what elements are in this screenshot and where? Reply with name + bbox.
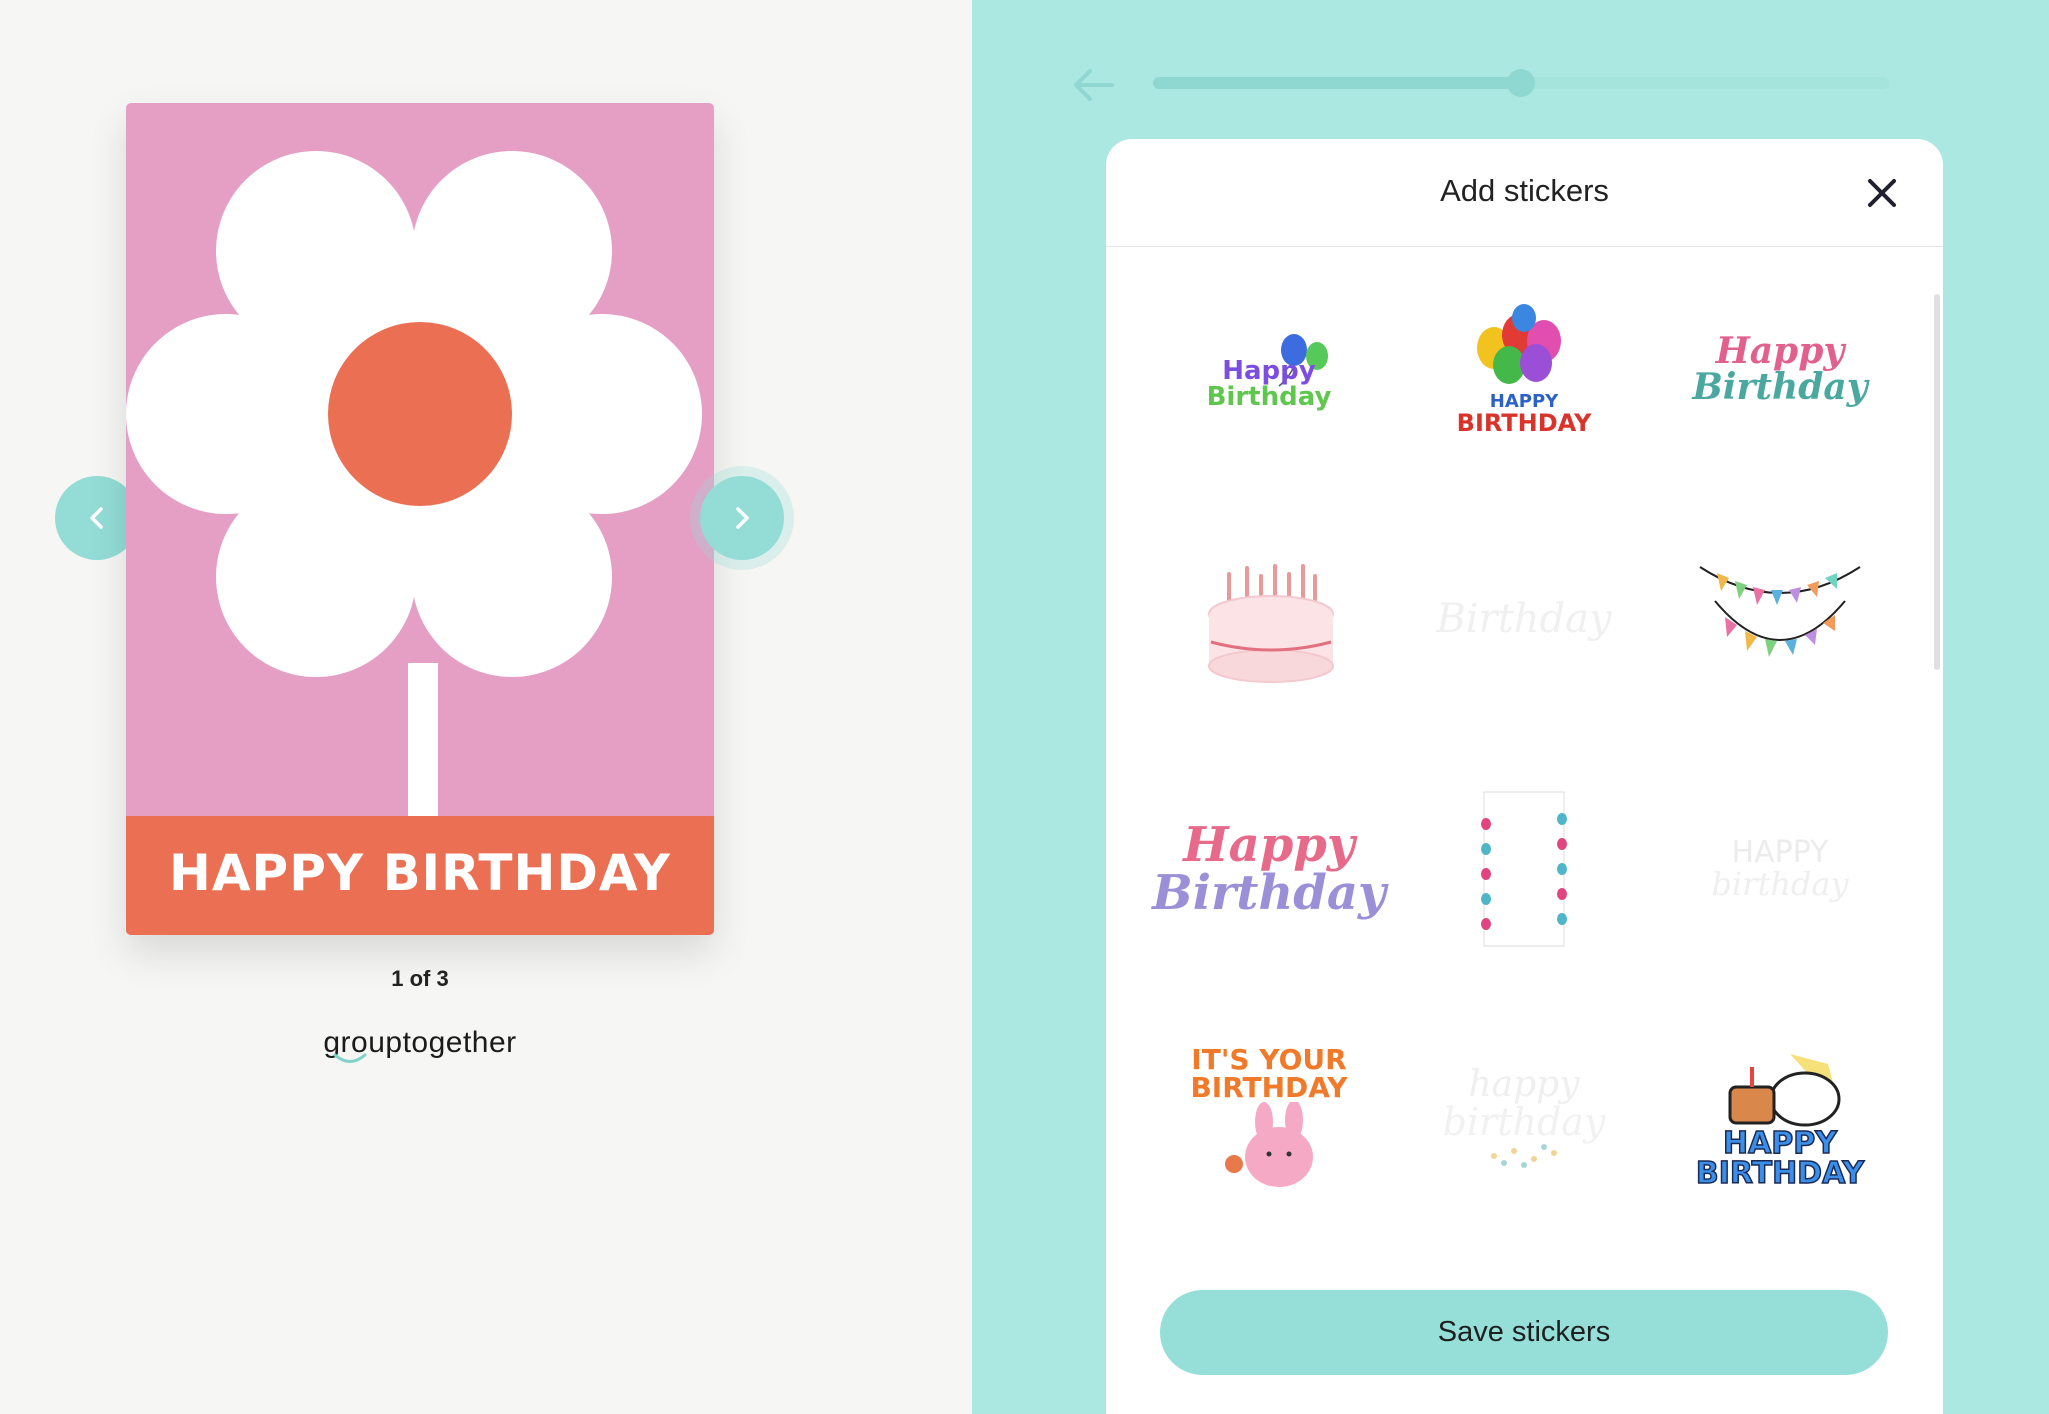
modal-title: Add stickers bbox=[1440, 173, 1609, 208]
sticker-line: happy bbox=[1468, 1064, 1580, 1105]
card-preview: HAPPY BIRTHDAY bbox=[126, 103, 714, 935]
sticker-line: Happy bbox=[1715, 330, 1845, 372]
sticker-balloon-frame[interactable] bbox=[1424, 779, 1624, 959]
balloon-frame-icon bbox=[1481, 791, 1567, 947]
card-preview-pane: HAPPY BIRTHDAY 1 of 3 grouptogether bbox=[0, 0, 972, 1414]
chevron-left-icon bbox=[90, 507, 103, 529]
progress-fill bbox=[1153, 77, 1521, 89]
bunny-icon bbox=[1225, 1102, 1313, 1187]
sticker-birthday-cake[interactable] bbox=[1169, 529, 1369, 709]
progress-bar bbox=[1153, 69, 1889, 97]
flower-illustration bbox=[126, 151, 702, 816]
birthday-cake-icon bbox=[1208, 564, 1334, 683]
sticker-faint-happy-birthday[interactable]: HAPPY birthday bbox=[1680, 779, 1880, 959]
save-stickers-button[interactable]: Save stickers bbox=[1160, 1290, 1888, 1375]
cat-cake-icon bbox=[1728, 1054, 1841, 1127]
logo-smile-icon bbox=[333, 1053, 367, 1063]
balloons-icon bbox=[1477, 304, 1561, 384]
sticker-line: BIRTHDAY bbox=[1190, 1071, 1348, 1104]
sticker-its-your-birthday[interactable]: IT'S YOUR BIRTHDAY bbox=[1169, 1029, 1369, 1209]
confetti-icon bbox=[1491, 1144, 1557, 1168]
sticker-line: Birthday bbox=[1692, 366, 1868, 408]
modal-header: Add stickers bbox=[1106, 139, 1943, 247]
close-icon[interactable] bbox=[1862, 173, 1902, 213]
sticker-line: Happy bbox=[1222, 356, 1316, 386]
sticker-line: birthday bbox=[1442, 1100, 1606, 1144]
sticker-line: HAPPY bbox=[1731, 835, 1829, 870]
chevron-right-icon bbox=[736, 507, 749, 529]
sticker-faint-happy-birthday-confetti[interactable]: happy birthday bbox=[1424, 1029, 1624, 1209]
grouptogether-logo: grouptogether bbox=[323, 1026, 517, 1059]
sticker-line: BIRTHDAY bbox=[1695, 1156, 1865, 1191]
sticker-line: HAPPY bbox=[1722, 1126, 1838, 1161]
sticker-happy-birthday-rainbow[interactable]: Happy Birthday bbox=[1152, 779, 1386, 959]
sticker-happy-birthday-script[interactable]: Happy Birthday bbox=[1680, 279, 1880, 459]
next-card-button[interactable] bbox=[700, 476, 784, 560]
add-stickers-modal: Add stickers Happy Birthday HAPPY BIRTHD… bbox=[1106, 139, 1943, 1414]
sticker-line: Birthday bbox=[1436, 596, 1612, 642]
card-banner-text: HAPPY BIRTHDAY bbox=[169, 844, 671, 902]
modal-scrollbar[interactable] bbox=[1934, 294, 1940, 670]
sticker-line: Birthday bbox=[1206, 382, 1332, 412]
card-banner: HAPPY BIRTHDAY bbox=[126, 816, 714, 935]
progress-thumb bbox=[1507, 69, 1535, 97]
sticker-line: BIRTHDAY bbox=[1456, 409, 1592, 437]
sticker-line: birthday bbox=[1711, 865, 1849, 903]
sticker-line: IT'S YOUR bbox=[1191, 1043, 1347, 1076]
sticker-grid: Happy Birthday HAPPY BIRTHDAY Happy Birt… bbox=[1106, 247, 1943, 1247]
page-counter: 1 of 3 bbox=[391, 966, 449, 991]
sticker-line: Happy bbox=[1183, 817, 1355, 873]
sticker-happy-birthday-bunting[interactable] bbox=[1680, 529, 1880, 709]
sticker-line: Birthday bbox=[1152, 865, 1386, 921]
sticker-faint-birthday[interactable]: Birthday bbox=[1424, 529, 1624, 709]
sticker-balloons-birthday[interactable]: HAPPY BIRTHDAY bbox=[1424, 279, 1624, 459]
bunting-icon bbox=[1699, 566, 1861, 657]
back-arrow-icon[interactable] bbox=[1068, 62, 1118, 108]
sticker-happy-birthday-balloons[interactable]: Happy Birthday bbox=[1169, 279, 1369, 459]
sticker-cat-cake-happy-birthday[interactable]: HAPPY BIRTHDAY bbox=[1680, 1029, 1880, 1209]
